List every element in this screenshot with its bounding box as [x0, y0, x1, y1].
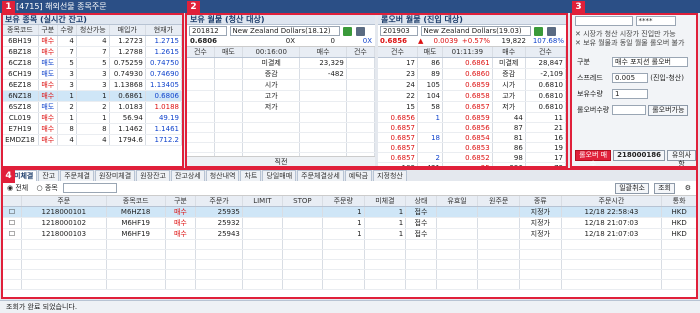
region-3-outline: [570, 13, 698, 168]
badge-3: 3: [572, 1, 585, 14]
badge-1: 1: [2, 1, 15, 14]
window-title: [4715] 해외선물 종목주문: [0, 0, 700, 13]
region-4-outline: [1, 168, 698, 299]
badge-4: 4: [2, 170, 15, 183]
app-window: [4715] 해외선물 종목주문 보유 종목 (실시간 잔고) 종목코드 구분 수량…: [0, 0, 700, 313]
region-2-outline: [185, 13, 568, 168]
status-bar: 조회가 완료 되었습니다.: [0, 300, 700, 313]
badge-2: 2: [187, 1, 200, 14]
region-1-outline: [1, 13, 184, 168]
